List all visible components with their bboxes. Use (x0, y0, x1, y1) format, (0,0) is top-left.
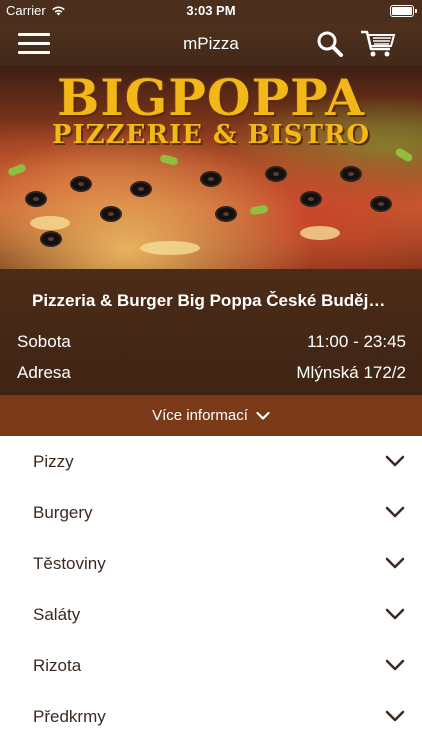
cart-button[interactable] (360, 29, 396, 59)
cart-icon (361, 30, 396, 57)
category-label: Předkrmy (33, 707, 106, 726)
nav-title: mPizza (183, 34, 239, 53)
category-label: Rizota (33, 656, 82, 675)
category-label: Pizzy (33, 452, 74, 471)
chevron-down-icon (385, 710, 405, 722)
category-item-rizota[interactable]: Rizota (0, 640, 422, 691)
category-item-burgery[interactable]: Burgery (0, 487, 422, 538)
address-value: Mlýnská 172/2 (296, 363, 406, 382)
logo-subtitle: PIZZERIE & BISTRO (51, 120, 371, 150)
category-item-predkrmy[interactable]: Předkrmy (0, 691, 422, 742)
restaurant-info-panel: Pizzeria & Burger Big Poppa České Budějo… (0, 269, 422, 395)
logo-title: BIGPOPPA (57, 68, 365, 127)
category-label: Burgery (33, 503, 93, 522)
status-bar: Carrier 3:03 PM (0, 0, 422, 22)
more-info-label: Více informací (152, 407, 248, 424)
opening-hours-row: Sobota 11:00 - 23:45 (17, 332, 406, 352)
search-button[interactable] (316, 30, 344, 58)
nav-bar: mPizza (0, 22, 422, 66)
category-item-testoviny[interactable]: Těstoviny (0, 538, 422, 589)
day-label: Sobota (17, 332, 71, 351)
category-list: Pizzy Burgery Těstoviny Saláty Rizota Př… (0, 436, 422, 742)
chevron-down-icon (256, 411, 270, 420)
restaurant-name: Pizzeria & Burger Big Poppa České Budějo… (32, 291, 392, 310)
category-item-pizzy[interactable]: Pizzy (0, 436, 422, 487)
search-icon (317, 31, 343, 57)
chevron-down-icon (385, 557, 405, 569)
chevron-down-icon (385, 659, 405, 671)
category-label: Saláty (33, 605, 81, 624)
chevron-down-icon (385, 455, 405, 467)
status-time: 3:03 PM (186, 3, 236, 18)
hours-value: 11:00 - 23:45 (307, 332, 406, 351)
battery-icon (390, 5, 417, 17)
category-label: Těstoviny (33, 554, 106, 573)
chevron-down-icon (385, 608, 405, 620)
address-row: Adresa Mlýnská 172/2 (17, 363, 406, 383)
chevron-down-icon (385, 506, 405, 518)
more-info-button[interactable]: Více informací (0, 395, 422, 436)
category-item-salaty[interactable]: Saláty (0, 589, 422, 640)
hero-banner: BIGPOPPA PIZZERIE & BISTRO (0, 66, 422, 269)
address-label: Adresa (17, 363, 71, 382)
